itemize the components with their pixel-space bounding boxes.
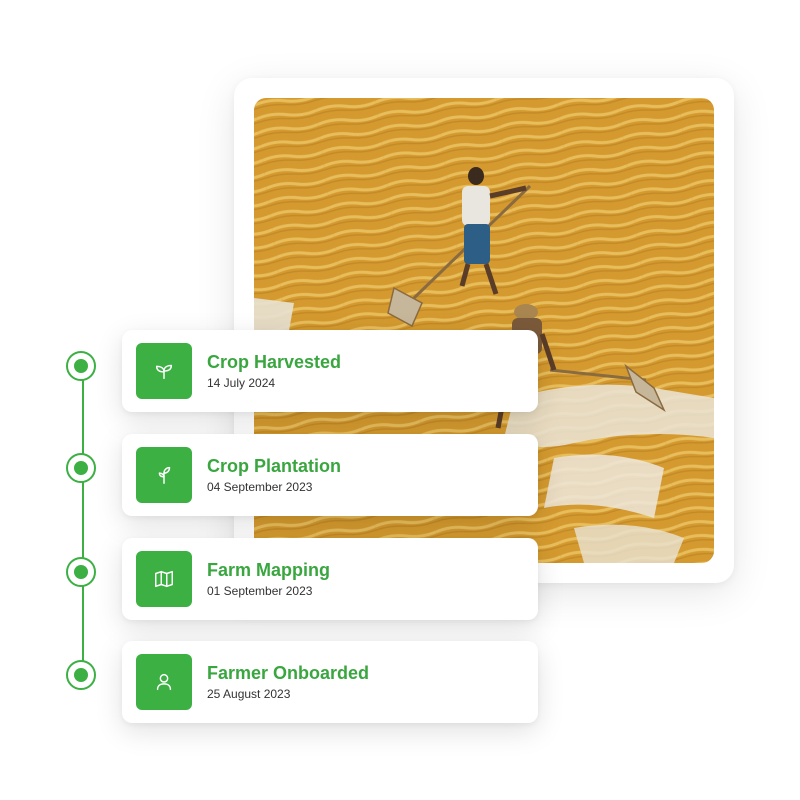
timeline-node [66,453,96,483]
event-card-crop-plantation[interactable]: Crop Plantation 04 September 2023 [122,434,538,516]
seedling-icon [136,447,192,503]
event-card-crop-harvested[interactable]: Crop Harvested 14 July 2024 [122,330,538,412]
timeline-node [66,660,96,690]
user-icon [136,654,192,710]
event-title: Crop Harvested [207,352,342,372]
timeline-node [66,557,96,587]
event-date: 25 August 2023 [207,687,291,701]
timeline-showcase: Crop Harvested 14 July 2024 Crop Plantat… [0,0,800,800]
event-date: 01 September 2023 [207,584,313,598]
event-title: Farm Mapping [207,560,331,580]
event-title: Crop Plantation [207,456,341,476]
sprout-leaves-icon [136,343,192,399]
event-date: 04 September 2023 [207,480,313,494]
timeline-node [66,351,96,381]
timeline-line [82,366,84,676]
event-title: Farmer Onboarded [207,663,370,683]
event-card-farm-mapping[interactable]: Farm Mapping 01 September 2023 [122,538,538,620]
map-icon [136,551,192,607]
event-date: 14 July 2024 [207,376,276,390]
event-card-farmer-onboarded[interactable]: Farmer Onboarded 25 August 2023 [122,641,538,723]
